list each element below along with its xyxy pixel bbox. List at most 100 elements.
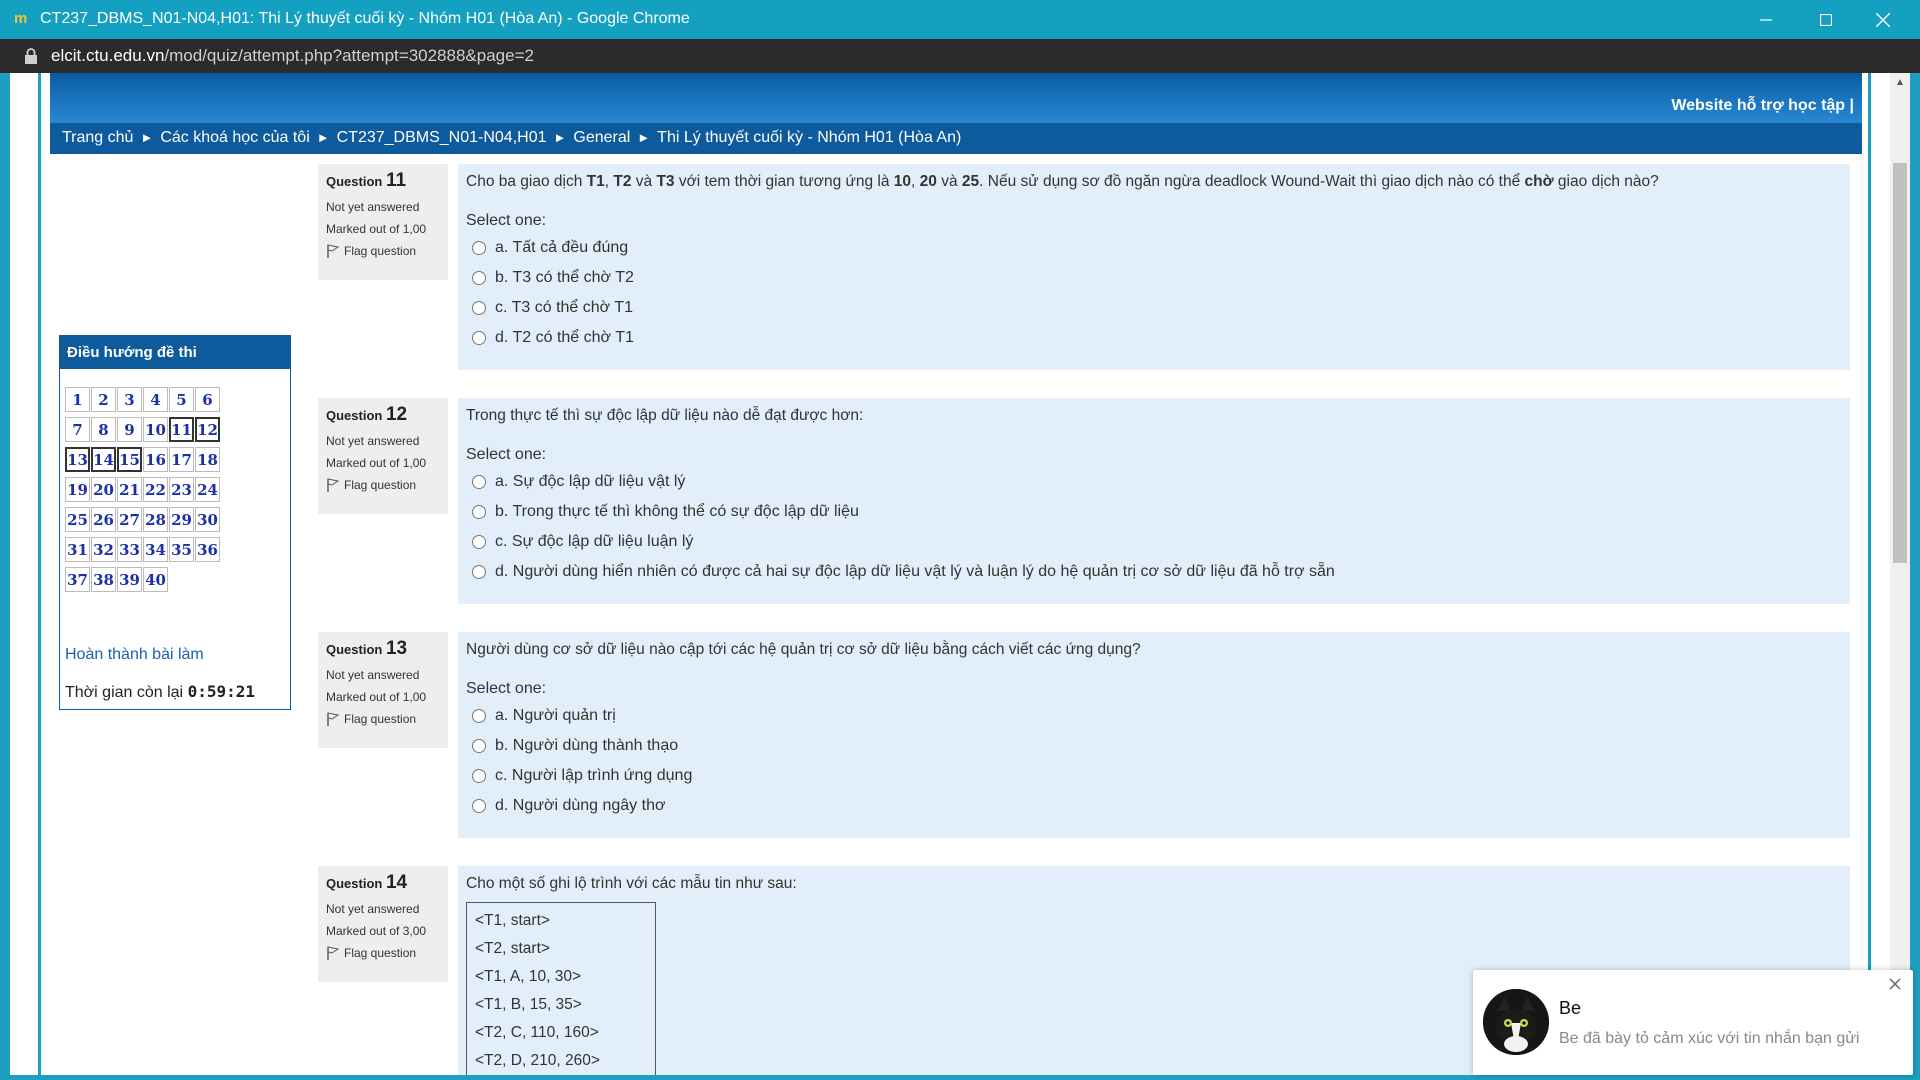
quiz-nav-button[interactable]: 39: [117, 567, 142, 592]
quiz-nav-button[interactable]: 24: [195, 477, 220, 502]
quiz-nav-button[interactable]: 16: [143, 447, 168, 472]
radio-button[interactable]: [472, 799, 486, 813]
quiz-nav-button[interactable]: 28: [143, 507, 168, 532]
answer-option-label: a. Sự độc lập dữ liệu vật lý: [495, 473, 686, 490]
quiz-nav-button[interactable]: 2: [91, 387, 116, 412]
url-text[interactable]: elcit.ctu.edu.vn/mod/quiz/attempt.php?at…: [51, 46, 534, 66]
quiz-nav-button[interactable]: 10: [143, 417, 168, 442]
quiz-nav-button[interactable]: 20: [91, 477, 116, 502]
radio-button[interactable]: [472, 565, 486, 579]
radio-button[interactable]: [472, 271, 486, 285]
question-marks: Marked out of 1,00: [326, 456, 427, 470]
answer-option[interactable]: d. T2 có thể chờ T1: [466, 326, 1842, 350]
quiz-nav-button[interactable]: 27: [117, 507, 142, 532]
radio-button[interactable]: [472, 301, 486, 315]
quiz-nav-button[interactable]: 13: [65, 447, 90, 472]
answer-option[interactable]: b. T3 có thể chờ T2: [466, 266, 1842, 290]
question-number: Question 12: [326, 404, 408, 425]
close-window-button[interactable]: [1860, 0, 1906, 39]
quiz-nav-button[interactable]: 12: [195, 417, 220, 442]
radio-button[interactable]: [472, 739, 486, 753]
lock-icon: [25, 48, 37, 64]
answer-option-label: b. T3 có thể chờ T2: [495, 269, 634, 286]
answer-option[interactable]: d. Người dùng ngây thơ: [466, 794, 1842, 818]
log-record: <T1, A, 10, 30>: [475, 968, 581, 985]
answer-option[interactable]: a. Sự độc lập dữ liệu vật lý: [466, 470, 1842, 494]
question-state: Not yet answered: [326, 200, 420, 214]
answer-option[interactable]: b. Người dùng thành thạo: [466, 734, 1842, 758]
cat-avatar-icon: [1483, 989, 1549, 1055]
scroll-up-arrow-icon[interactable]: ▲: [1893, 77, 1907, 91]
close-notification-icon[interactable]: [1887, 976, 1903, 992]
quiz-nav-button[interactable]: 21: [117, 477, 142, 502]
flag-question-button[interactable]: Flag question: [326, 244, 440, 258]
quiz-nav-button[interactable]: 4: [143, 387, 168, 412]
answer-option[interactable]: c. T3 có thể chờ T1: [466, 296, 1842, 320]
answer-option-label: d. Người dùng ngây thơ: [495, 797, 666, 814]
quiz-nav-button[interactable]: 33: [117, 537, 142, 562]
quiz-nav-button[interactable]: 36: [195, 537, 220, 562]
radio-button[interactable]: [472, 241, 486, 255]
answer-option[interactable]: a. Người quản trị: [466, 704, 1842, 728]
flag-question-button[interactable]: Flag question: [326, 946, 440, 960]
answer-option[interactable]: d. Người dùng hiển nhiên có được cả hai …: [466, 560, 1842, 584]
answer-option-label: d. Người dùng hiển nhiên có được cả hai …: [495, 563, 1335, 580]
quiz-nav-button[interactable]: 25: [65, 507, 90, 532]
answer-option[interactable]: a. Tất cả đều đúng: [466, 236, 1842, 260]
breadcrumb-item[interactable]: Các khoá học của tôi: [160, 129, 309, 146]
radio-button[interactable]: [472, 535, 486, 549]
question-info-13: Question 13 Not yet answered Marked out …: [318, 632, 448, 748]
quiz-nav-button[interactable]: 23: [169, 477, 194, 502]
radio-button[interactable]: [472, 769, 486, 783]
quiz-nav-button[interactable]: 26: [91, 507, 116, 532]
quiz-nav-button[interactable]: 37: [65, 567, 90, 592]
quiz-navigation-title: Điều hướng đề thi: [60, 336, 290, 369]
breadcrumb-item[interactable]: CT237_DBMS_N01-N04,H01: [337, 129, 547, 146]
quiz-nav-button[interactable]: 7: [65, 417, 90, 442]
quiz-nav-button[interactable]: 6: [195, 387, 220, 412]
answer-option[interactable]: c. Sự độc lập dữ liệu luận lý: [466, 530, 1842, 554]
quiz-nav-button[interactable]: 34: [143, 537, 168, 562]
site-banner: Website hỗ trợ học tập |: [50, 73, 1862, 123]
minimize-button[interactable]: [1743, 0, 1789, 39]
radio-button[interactable]: [472, 505, 486, 519]
quiz-nav-button[interactable]: 17: [169, 447, 194, 472]
finish-attempt-link[interactable]: Hoàn thành bài làm: [65, 646, 204, 664]
radio-button[interactable]: [472, 709, 486, 723]
quiz-nav-button[interactable]: 32: [91, 537, 116, 562]
quiz-nav-button[interactable]: 5: [169, 387, 194, 412]
chat-notification[interactable]: Be Be đã bày tỏ cảm xúc với tin nhắn bạn…: [1473, 970, 1913, 1075]
answer-option[interactable]: b. Trong thực tế thì không thể có sự độc…: [466, 500, 1842, 524]
answer-option[interactable]: c. Người lập trình ứng dụng: [466, 764, 1842, 788]
quiz-nav-button[interactable]: 30: [195, 507, 220, 532]
maximize-button[interactable]: [1803, 0, 1849, 39]
quiz-nav-button[interactable]: 31: [65, 537, 90, 562]
breadcrumb-item[interactable]: General: [573, 129, 630, 146]
quiz-nav-button[interactable]: 38: [91, 567, 116, 592]
time-left-value: 0:59:21: [187, 682, 255, 701]
flag-question-button[interactable]: Flag question: [326, 478, 440, 492]
address-bar[interactable]: elcit.ctu.edu.vn/mod/quiz/attempt.php?at…: [0, 39, 1920, 73]
radio-button[interactable]: [472, 475, 486, 489]
quiz-nav-button[interactable]: 9: [117, 417, 142, 442]
quiz-nav-button[interactable]: 18: [195, 447, 220, 472]
quiz-nav-button[interactable]: 1: [65, 387, 90, 412]
scrollbar-thumb[interactable]: [1893, 163, 1907, 563]
quiz-nav-button[interactable]: 29: [169, 507, 194, 532]
quiz-nav-button[interactable]: 11: [169, 417, 194, 442]
quiz-nav-button[interactable]: 14: [91, 447, 116, 472]
radio-button[interactable]: [472, 331, 486, 345]
quiz-nav-button[interactable]: 40: [143, 567, 168, 592]
page-scrollbar[interactable]: ▲ ▼: [1890, 73, 1910, 1075]
breadcrumb-item[interactable]: Thi Lý thuyết cuối kỳ - Nhóm H01 (Hòa An…: [657, 129, 961, 146]
quiz-nav-button[interactable]: 19: [65, 477, 90, 502]
quiz-nav-button[interactable]: 22: [143, 477, 168, 502]
quiz-nav-button[interactable]: 3: [117, 387, 142, 412]
flag-icon: [327, 946, 340, 960]
quiz-nav-button[interactable]: 15: [117, 447, 142, 472]
flag-question-button[interactable]: Flag question: [326, 712, 440, 726]
breadcrumb-item[interactable]: Trang chủ: [62, 129, 133, 146]
support-link[interactable]: Website hỗ trợ học tập |: [1671, 97, 1854, 115]
quiz-nav-button[interactable]: 8: [91, 417, 116, 442]
quiz-nav-button[interactable]: 35: [169, 537, 194, 562]
